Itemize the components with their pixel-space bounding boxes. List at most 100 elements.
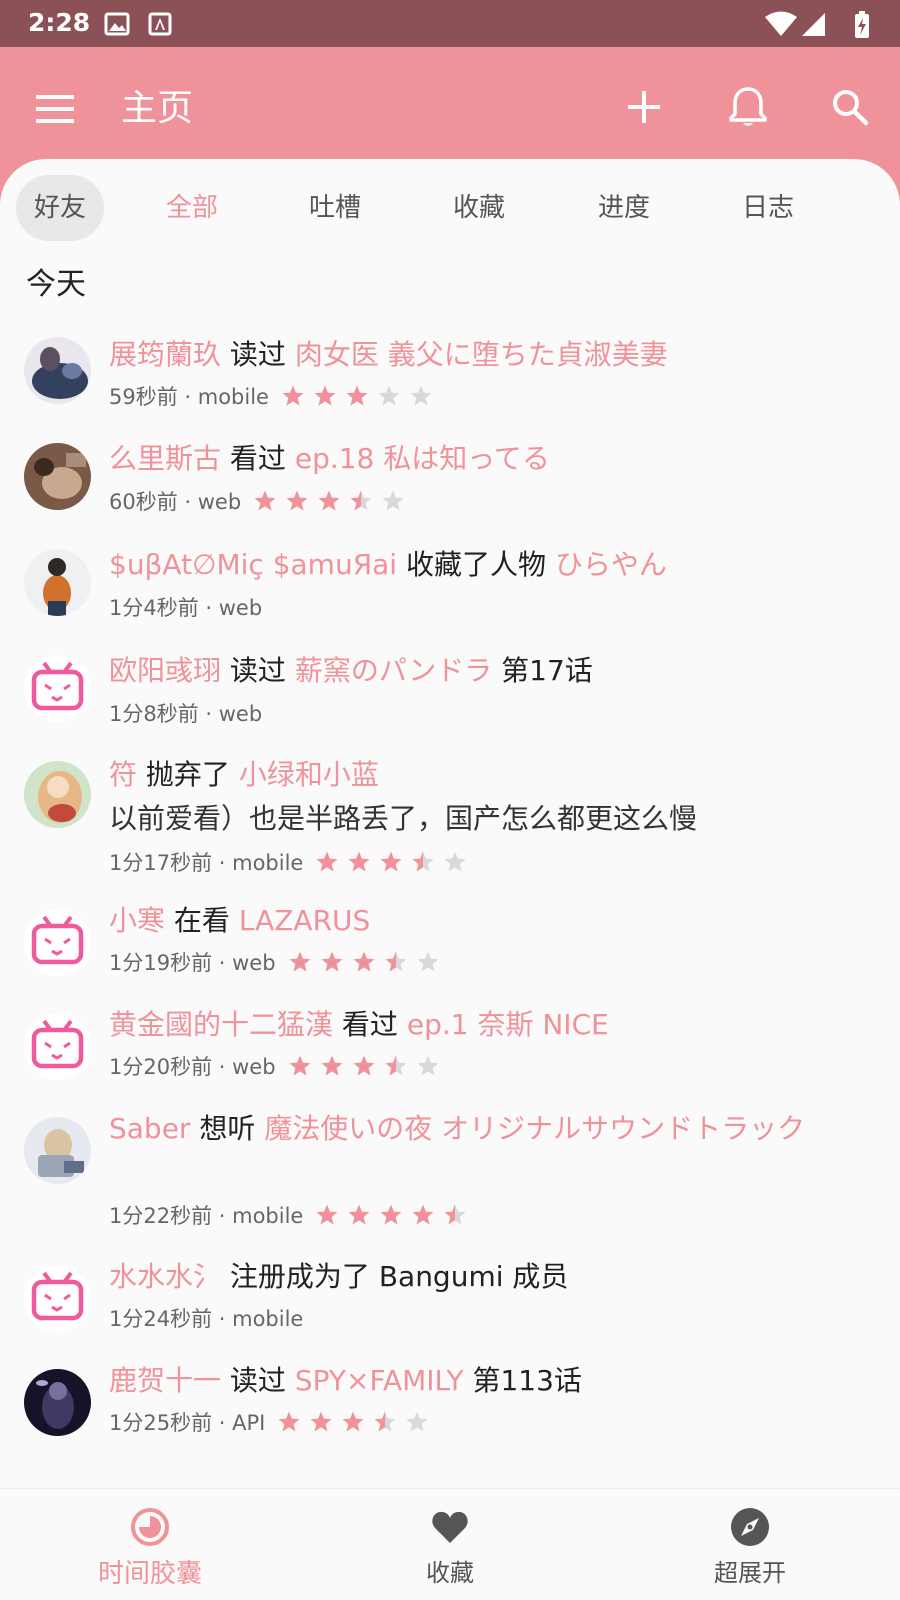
rating-star [350,490,372,510]
gallery-notification-icon [104,12,130,36]
rating-star [321,951,343,971]
tab-blog[interactable]: 日志 [716,175,820,241]
nav-label: 超展开 [714,1559,786,1587]
tab-bar: 好友 全部 吐槽 收藏 进度 日志 [0,159,900,253]
page-title: 主页 [121,88,194,129]
nav-label: 收藏 [426,1559,474,1587]
tab-friends[interactable]: 好友 [16,175,104,241]
subject-link[interactable]: ep.18 私は知ってる [295,442,550,475]
comment-text: 以前爱看）也是半路丢了，国产怎么都更这么慢 [109,802,698,835]
default-tv-avatar[interactable] [24,655,91,722]
user-avatar[interactable] [24,337,91,404]
subject-link[interactable]: 薪窯のパンドラ [295,654,492,687]
user-name-link[interactable]: 鹿贺十一 [109,1364,221,1397]
action-text: 读过 [229,654,286,687]
compass-icon [731,1508,769,1546]
user-avatar[interactable] [24,549,91,616]
rating-stars [281,383,441,414]
rating-star [282,385,304,405]
rating-star [353,1055,375,1075]
rating-star [412,1204,434,1224]
nav-collection[interactable]: 收藏 [300,1489,600,1600]
action-text: 想听 [199,1112,256,1145]
subject-link[interactable]: ep.1 奈斯 NICE [407,1008,609,1041]
rating-star [254,490,276,510]
action-text: 抛弃了 [145,758,230,791]
user-avatar[interactable] [24,1369,91,1436]
default-tv-avatar[interactable] [24,1013,91,1080]
rating-star [444,851,466,871]
rating-stars [253,488,413,519]
wifi-icon [765,11,797,36]
default-tv-avatar[interactable] [24,909,91,976]
rating-star [374,1411,396,1431]
rating-star [348,1204,370,1224]
default-tv-avatar[interactable] [24,1265,91,1332]
rating-stars [277,1409,437,1440]
battery-icon [855,11,869,38]
rating-stars [288,1053,448,1084]
section-header-today: 今天 [26,267,86,302]
timeline-icon [131,1508,169,1546]
rating-star [385,951,407,971]
bottom-navigation: 时间胶囊 收藏 超展开 [0,1488,900,1600]
rating-star [417,951,439,971]
rating-star [378,385,400,405]
user-name-link[interactable]: 黄金國的十二猛漢 [109,1008,333,1041]
rating-star [321,1055,343,1075]
user-avatar[interactable] [24,761,91,828]
action-text: 收藏了人物 [406,548,547,581]
timestamp-source: 1分19秒前 · web [109,951,276,975]
rating-star [410,385,432,405]
action-text: 看过 [341,1008,398,1041]
heart-icon [432,1511,468,1543]
rating-star [417,1055,439,1075]
rating-star [318,490,340,510]
search-icon[interactable] [824,81,876,133]
rating-star [382,490,404,510]
timestamp-source: 1分22秒前 · mobile [109,1204,304,1228]
user-name-link[interactable]: 展筠蘭玖 [109,338,221,371]
timeline-content: 好友 全部 吐槽 收藏 进度 日志 今天 展筠蘭玖 读过 肉女医 義父に堕ちた貞… [0,159,900,1488]
timestamp-source: 1分20秒前 · web [109,1055,276,1079]
menu-icon[interactable] [30,83,82,135]
subject-link[interactable]: 肉女医 義父に堕ちた貞淑美妻 [295,338,668,371]
user-name-link[interactable]: 符 [109,758,137,791]
timestamp-source: 1分17秒前 · mobile [109,851,304,875]
rating-star [412,851,434,871]
rating-star [346,385,368,405]
user-avatar[interactable] [24,443,91,510]
tab-collections[interactable]: 收藏 [427,175,531,241]
tab-progress[interactable]: 进度 [572,175,676,241]
tab-comments[interactable]: 吐槽 [283,175,387,241]
notification-bell-icon[interactable] [722,81,774,133]
rating-star [380,1204,402,1224]
subject-link[interactable]: 魔法使いの夜 オリジナルサウンドトラック [264,1112,805,1145]
rating-star [310,1411,332,1431]
user-avatar[interactable] [24,1117,91,1184]
user-name-link[interactable]: $uβAt∅Miç $amuЯai [109,548,397,581]
user-name-link[interactable]: 欧阳彧珝 [109,654,221,687]
user-name-link[interactable]: 水水水氵 [109,1260,221,1293]
subject-link[interactable]: ひらやん [555,548,667,581]
status-bar: 2:28 [0,0,900,47]
action-text: 注册成为了 Bangumi 成员 [229,1260,569,1293]
subject-link[interactable]: 小绿和小蓝 [239,758,379,791]
nav-discover[interactable]: 超展开 [600,1489,900,1600]
add-icon[interactable] [618,81,670,133]
rating-star [444,1204,466,1224]
tab-all[interactable]: 全部 [140,175,244,241]
subject-link[interactable]: SPY×FAMILY [295,1364,464,1397]
rating-stars [315,849,475,880]
action-text: 读过 [229,1364,286,1397]
user-name-link[interactable]: Saber [109,1112,190,1145]
user-name-link[interactable]: 小寒 [109,904,165,937]
timestamp-source: 1分25秒前 · API [109,1411,266,1435]
user-name-link[interactable]: 么里斯古 [109,442,221,475]
nav-label: 时间胶囊 [97,1559,202,1589]
rating-star [286,490,308,510]
nav-timeline[interactable]: 时间胶囊 [0,1489,300,1600]
subject-link[interactable]: LAZARUS [239,904,370,937]
rating-star [289,1055,311,1075]
timestamp-source: 1分4秒前 · web [109,596,263,620]
